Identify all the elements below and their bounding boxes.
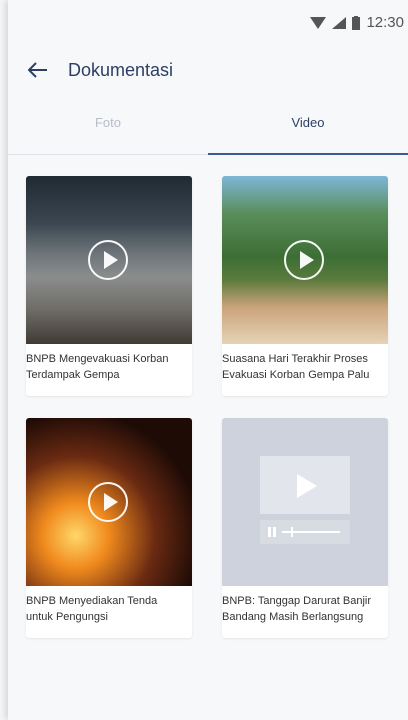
video-thumbnail[interactable] — [26, 418, 192, 586]
signal-icon — [332, 16, 347, 29]
tab-bar: Foto Video — [8, 90, 408, 155]
video-thumbnail[interactable] — [26, 176, 192, 344]
status-bar: 12:30 — [8, 0, 408, 50]
video-card[interactable]: BNPB Menyediakan Tenda untuk Pengungsi — [26, 418, 192, 638]
video-thumbnail[interactable] — [222, 176, 388, 344]
video-thumbnail-placeholder[interactable] — [222, 418, 388, 586]
status-time: 12:30 — [366, 14, 404, 31]
play-icon[interactable] — [284, 240, 324, 280]
video-player-placeholder — [260, 456, 350, 514]
video-caption: BNPB: Tanggap Darurat Banjir Bandang Mas… — [222, 595, 371, 623]
tab-video[interactable]: Video — [208, 90, 408, 155]
video-card[interactable]: BNPB Mengevakuasi Korban Terdampak Gempa — [26, 176, 192, 396]
video-caption: BNPB Mengevakuasi Korban Terdampak Gempa — [26, 353, 169, 381]
video-caption: Suasana Hari Terakhir Proses Evakuasi Ko… — [222, 353, 370, 381]
back-button[interactable] — [14, 50, 62, 90]
player-controls — [260, 520, 350, 544]
seek-handle — [291, 527, 293, 537]
play-icon — [297, 474, 317, 498]
video-card[interactable]: Suasana Hari Terakhir Proses Evakuasi Ko… — [222, 176, 388, 396]
wifi-icon — [310, 16, 327, 29]
video-card[interactable]: BNPB: Tanggap Darurat Banjir Bandang Mas… — [222, 418, 388, 638]
battery-icon — [352, 15, 361, 30]
arrow-left-icon — [28, 62, 47, 78]
play-icon[interactable] — [88, 240, 128, 280]
play-icon[interactable] — [88, 482, 128, 522]
pause-icon — [268, 527, 271, 537]
page-title: Dokumentasi — [68, 59, 174, 80]
app-bar: Dokumentasi — [8, 50, 408, 90]
tab-foto[interactable]: Foto — [8, 90, 208, 154]
video-caption: BNPB Menyediakan Tenda untuk Pengungsi — [26, 595, 158, 623]
